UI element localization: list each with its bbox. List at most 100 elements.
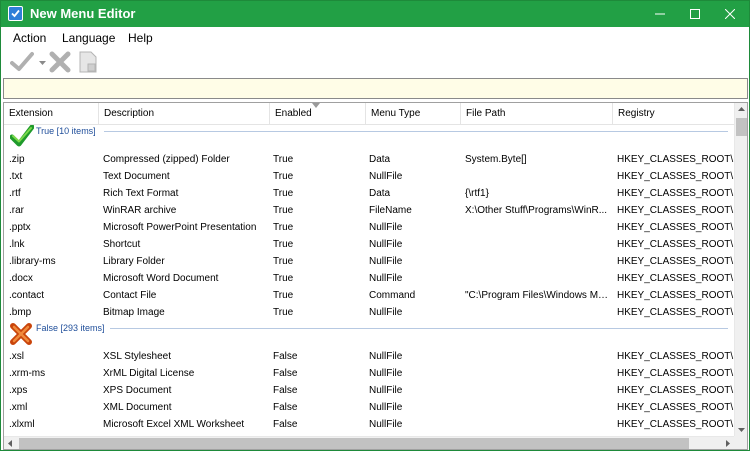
cell-extension: .xml — [9, 402, 28, 413]
cell-registry: HKEY_CLASSES_ROOT\.xml\ — [617, 402, 734, 413]
cell-enabled: False — [273, 419, 298, 430]
vertical-scroll-thumb[interactable] — [736, 118, 747, 136]
menu-bar: Action Language Help — [1, 27, 749, 48]
table-row[interactable]: .contact Contact File True Command "C:\P… — [4, 288, 734, 305]
table-row[interactable]: .library-ms Library Folder True NullFile… — [4, 254, 734, 271]
table-row[interactable]: .txt Text Document True NullFile HKEY_CL… — [4, 169, 734, 186]
scroll-right-icon[interactable] — [726, 440, 730, 447]
cell-enabled: False — [273, 351, 298, 362]
horizontal-scrollbar[interactable] — [4, 436, 734, 449]
table-row[interactable]: .xlxml Microsoft Excel XML Worksheet Fal… — [4, 417, 734, 434]
delete-x-icon[interactable] — [49, 51, 71, 76]
column-registry[interactable]: Registry — [613, 103, 734, 125]
cell-menu-type: Data — [369, 154, 391, 165]
table-row[interactable]: .rar WinRAR archive True FileName X:\Oth… — [4, 203, 734, 220]
group-label: True [10 items] — [36, 126, 96, 136]
cell-enabled: False — [273, 402, 298, 413]
group-divider — [104, 131, 728, 132]
cell-enabled: True — [273, 256, 294, 267]
dropdown-arrow-icon[interactable] — [39, 58, 46, 69]
scroll-left-icon[interactable] — [8, 440, 12, 447]
cell-registry: HKEY_CLASSES_ROOT\.xsl — [617, 351, 734, 362]
cell-registry: HKEY_CLASSES_ROOT\.txt — [617, 171, 734, 182]
cell-enabled: True — [273, 171, 294, 182]
cell-description: Rich Text Format — [103, 188, 179, 199]
cell-extension: .rar — [9, 205, 24, 216]
cell-enabled: True — [273, 154, 294, 165]
cell-description: XPS Document — [103, 385, 172, 396]
cell-file-path: {\rtf1} — [465, 188, 489, 199]
cell-registry: HKEY_CLASSES_ROOT\.bmp\ — [617, 307, 734, 318]
cell-file-path: System.Byte[] — [465, 154, 527, 165]
cell-enabled: True — [273, 307, 294, 318]
horizontal-scroll-thumb[interactable] — [19, 438, 689, 449]
document-icon[interactable] — [79, 51, 97, 76]
cell-enabled: True — [273, 290, 294, 301]
cell-extension: .txt — [9, 171, 23, 182]
menu-help[interactable]: Help — [128, 31, 153, 45]
scroll-down-icon[interactable] — [738, 428, 745, 432]
cell-menu-type: NullFile — [369, 273, 403, 284]
cell-description: XML Document — [103, 402, 172, 413]
cell-enabled: True — [273, 239, 294, 250]
menu-action[interactable]: Action — [13, 31, 46, 45]
cell-extension: .contact — [9, 290, 45, 301]
app-checkbox-icon — [8, 6, 23, 21]
cell-enabled: True — [273, 273, 294, 284]
cell-description: Shortcut — [103, 239, 141, 250]
cell-extension: .xrm-ms — [9, 368, 46, 379]
table-row[interactable]: .xps XPS Document False NullFile HKEY_CL… — [4, 383, 734, 400]
cell-extension: .docx — [9, 273, 33, 284]
column-extension[interactable]: Extension — [4, 103, 99, 125]
table-row[interactable]: .bmp Bitmap Image True NullFile HKEY_CLA… — [4, 305, 734, 322]
minimize-button[interactable] — [643, 1, 677, 27]
cell-enabled: True — [273, 205, 294, 216]
table-row[interactable]: .lnk Shortcut True NullFile HKEY_CLASSES… — [4, 237, 734, 254]
cell-description: Contact File — [103, 290, 157, 301]
orange-x-icon — [10, 323, 32, 345]
cell-description: Compressed (zipped) Folder — [103, 154, 230, 165]
cell-menu-type: NullFile — [369, 171, 403, 182]
cell-registry: HKEY_CLASSES_ROOT\.rtf — [617, 188, 734, 199]
cell-extension: .zip — [9, 154, 25, 165]
cell-menu-type: NullFile — [369, 351, 403, 362]
cell-enabled: False — [273, 368, 298, 379]
cell-menu-type: Data — [369, 188, 391, 199]
cell-extension: .rtf — [9, 188, 21, 199]
filter-input[interactable] — [3, 78, 748, 99]
cell-file-path: "C:\Program Files\Windows Ma... — [465, 290, 609, 301]
cell-description: XSL Stylesheet — [103, 351, 172, 362]
column-file-path[interactable]: File Path — [461, 103, 613, 125]
apply-checkmark-icon[interactable] — [10, 51, 34, 76]
cell-file-path: X:\Other Stuff\Programs\WinR... — [465, 205, 608, 216]
maximize-button[interactable] — [678, 1, 712, 27]
close-button[interactable] — [713, 1, 747, 27]
cell-menu-type: NullFile — [369, 256, 403, 267]
cell-extension: .xlxml — [9, 419, 35, 430]
table-row[interactable]: .docx Microsoft Word Document True NullF… — [4, 271, 734, 288]
menu-language[interactable]: Language — [62, 31, 115, 45]
title-bar[interactable]: New Menu Editor — [1, 1, 749, 27]
column-menu-type[interactable]: Menu Type — [366, 103, 461, 125]
cell-menu-type: NullFile — [369, 239, 403, 250]
cell-description: Text Document — [103, 171, 170, 182]
cell-extension: .bmp — [9, 307, 32, 318]
group-label: False [293 items] — [36, 323, 105, 333]
green-checkmark-icon — [10, 125, 34, 147]
cell-registry: HKEY_CLASSES_ROOT\.conta — [617, 290, 734, 301]
cell-menu-type: NullFile — [369, 307, 403, 318]
table-row[interactable]: .xrm-ms XrML Digital License False NullF… — [4, 366, 734, 383]
menu-items-list[interactable]: Extension Description Enabled Menu Type … — [3, 102, 748, 450]
cell-enabled: False — [273, 385, 298, 396]
vertical-scrollbar[interactable] — [734, 103, 747, 436]
table-row[interactable]: .xsl XSL Stylesheet False NullFile HKEY_… — [4, 349, 734, 366]
table-row[interactable]: .zip Compressed (zipped) Folder True Dat… — [4, 152, 734, 169]
cell-menu-type: NullFile — [369, 419, 403, 430]
group-header-true[interactable]: True [10 items] — [4, 125, 734, 147]
table-row[interactable]: .pptx Microsoft PowerPoint Presentation … — [4, 220, 734, 237]
group-header-false[interactable]: False [293 items] — [4, 322, 734, 345]
column-description[interactable]: Description — [99, 103, 270, 125]
table-row[interactable]: .rtf Rich Text Format True Data {\rtf1} … — [4, 186, 734, 203]
table-row[interactable]: .xml XML Document False NullFile HKEY_CL… — [4, 400, 734, 417]
scroll-up-icon[interactable] — [738, 107, 745, 111]
